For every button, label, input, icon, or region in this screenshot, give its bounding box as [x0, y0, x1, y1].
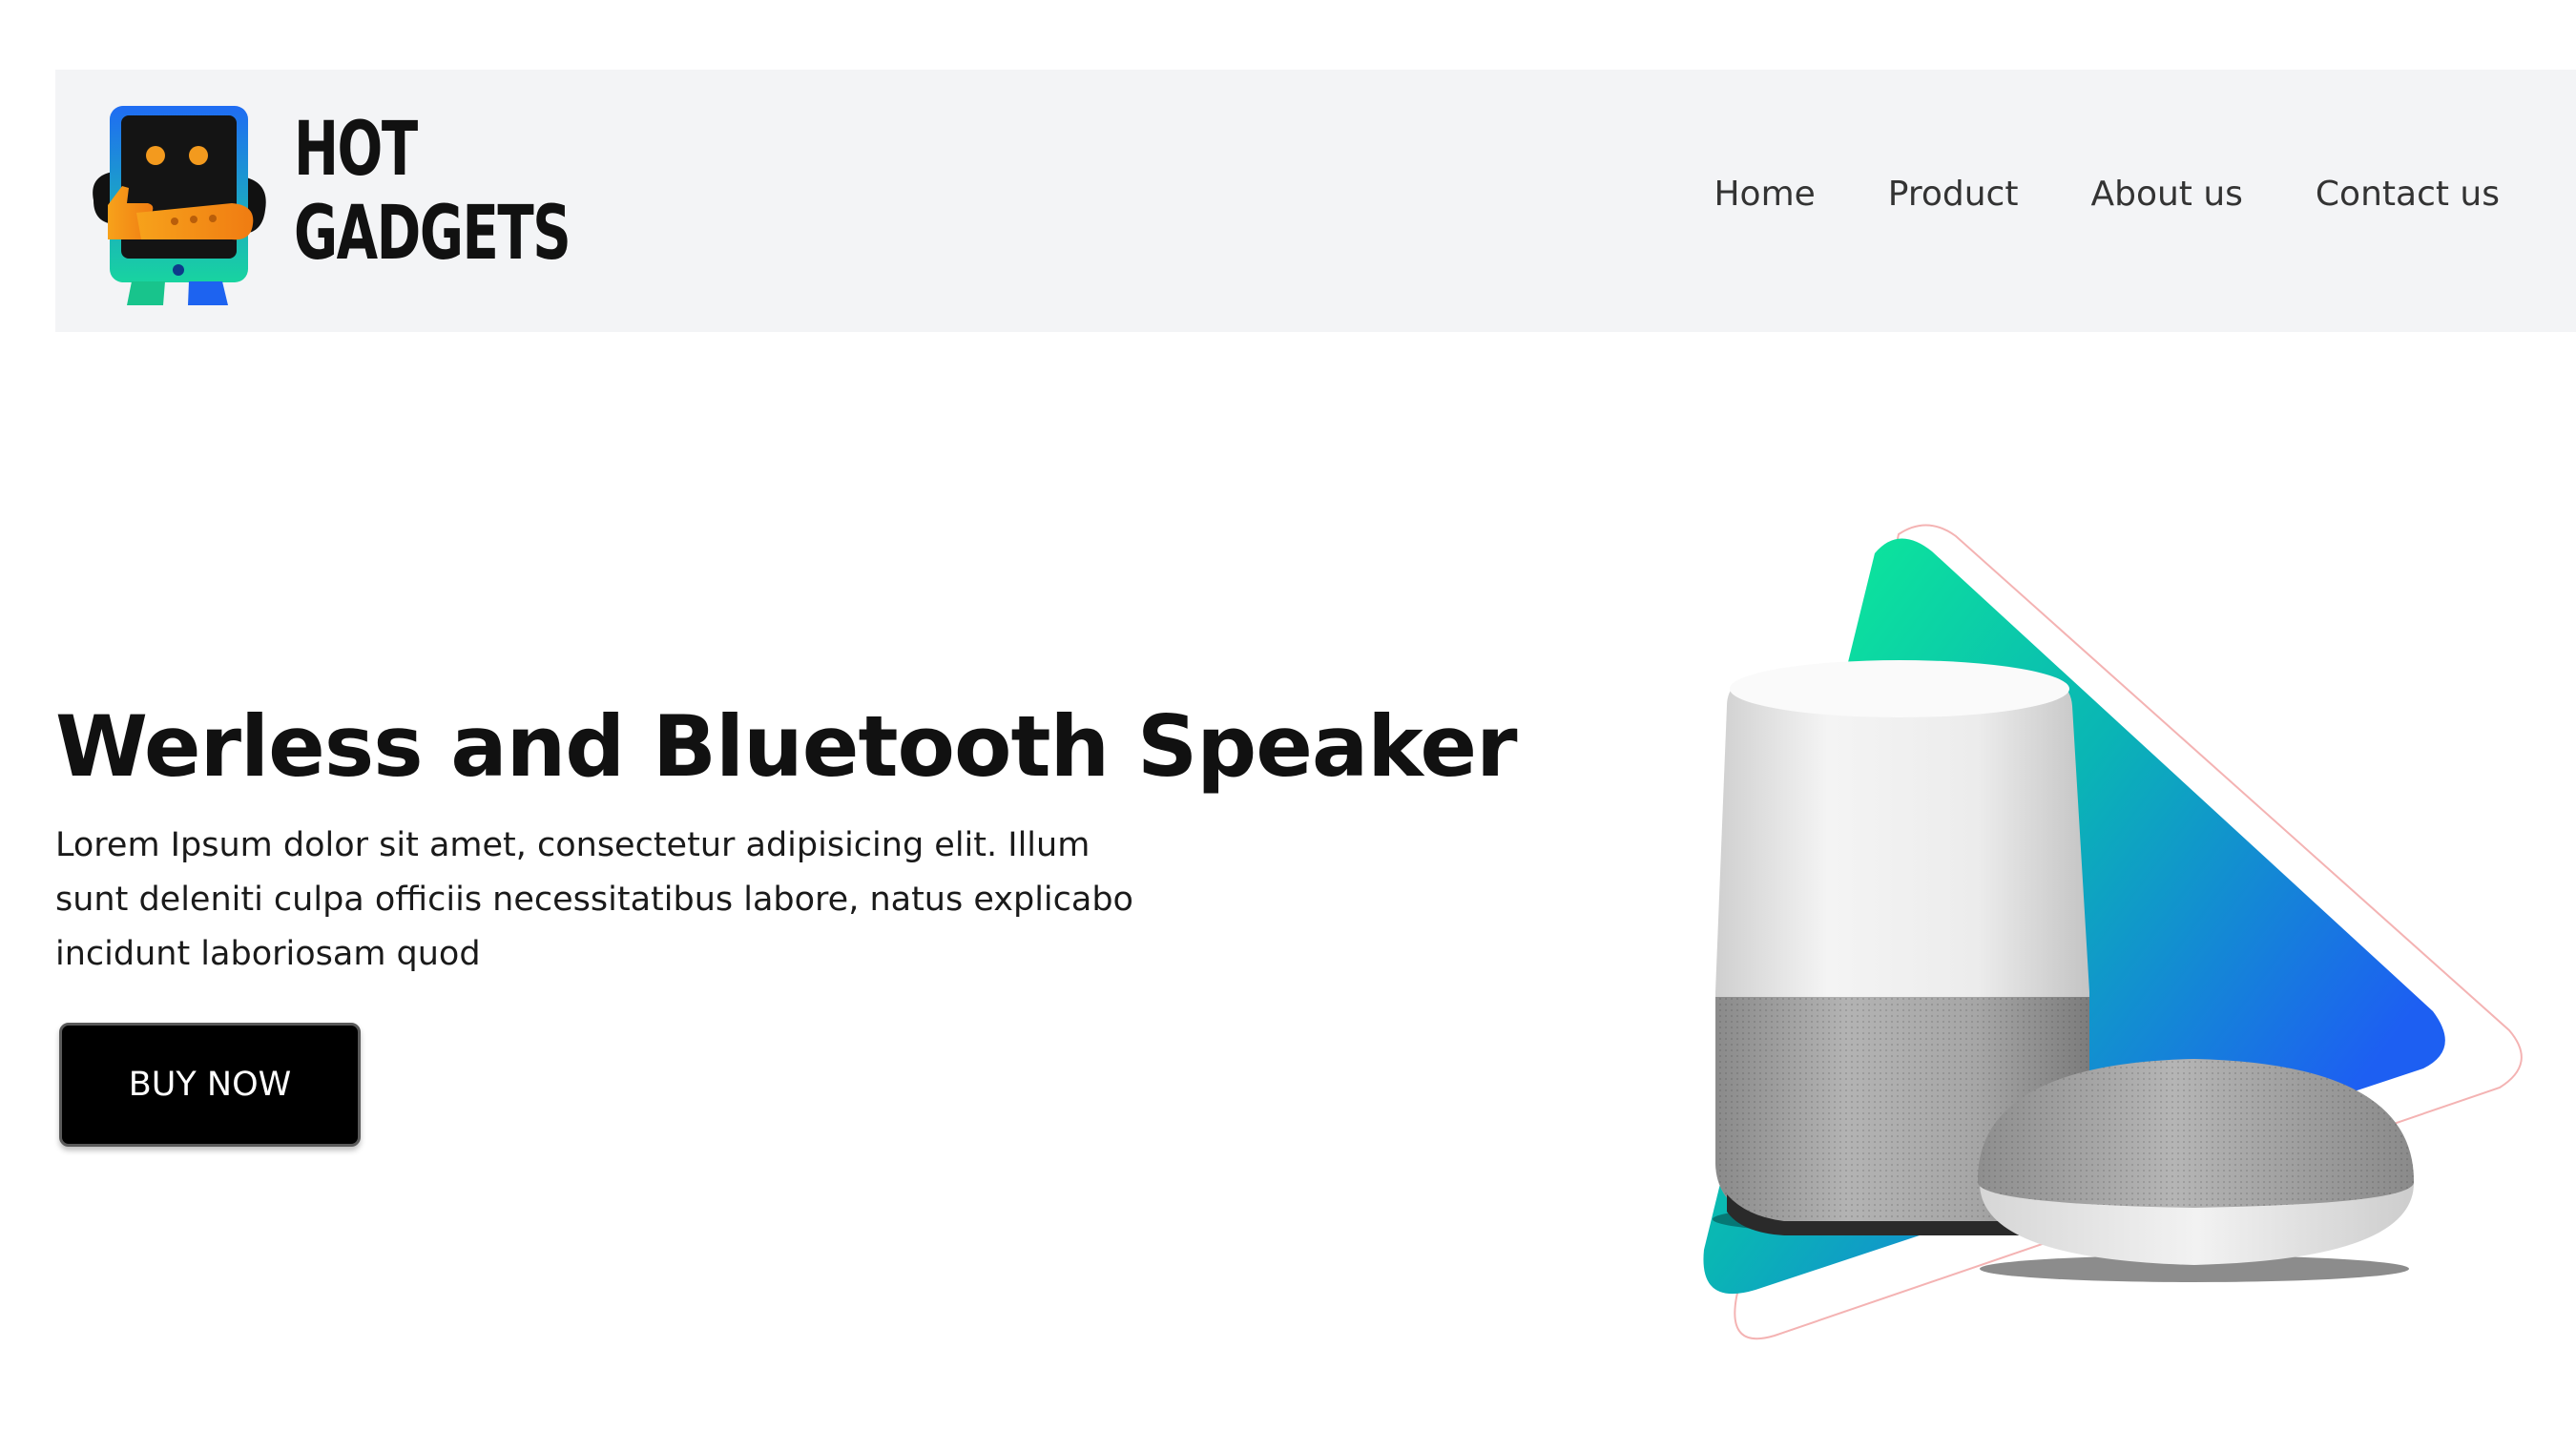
- robot-mascot-icon: [93, 106, 266, 305]
- speaker-product-image: [1703, 524, 2523, 1340]
- brand-name: HOT GADGETS: [294, 107, 571, 277]
- site-header: HOT GADGETS Home Product About us Contac…: [55, 70, 2576, 332]
- main-nav: Home Product About us Contact us: [1714, 175, 2500, 214]
- nav-contact-us[interactable]: Contact us: [2316, 175, 2500, 214]
- buy-now-button[interactable]: BUY NOW: [59, 1023, 361, 1147]
- nav-about-us[interactable]: About us: [2090, 175, 2242, 214]
- hero-title: Werless and Bluetooth Speaker: [55, 697, 1517, 796]
- hero-description: Lorem Ipsum dolor sit amet, consectetur …: [55, 826, 1133, 973]
- landing-page: HOT GADGETS Home Product About us Contac…: [0, 0, 2576, 1431]
- brand-logo[interactable]: HOT GADGETS: [89, 100, 585, 310]
- nav-home[interactable]: Home: [1714, 175, 1815, 214]
- nav-product[interactable]: Product: [1888, 175, 2019, 214]
